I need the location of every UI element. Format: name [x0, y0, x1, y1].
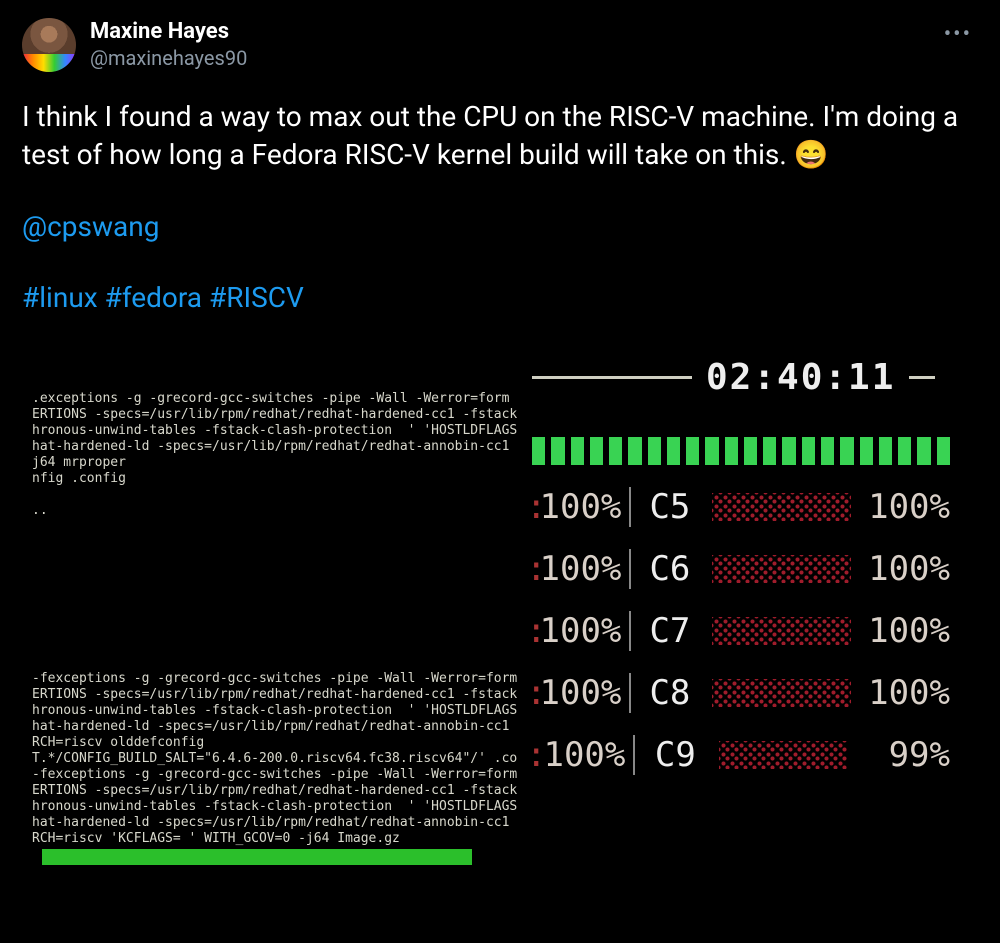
clock-rule-left	[532, 376, 692, 379]
cpu-right-pct: 100%	[861, 611, 950, 651]
green-segment	[744, 437, 757, 465]
cpu-core-label: C5	[629, 487, 702, 527]
cpu-usage-bar	[719, 741, 846, 769]
tweet-mention-line: @cpswang	[22, 208, 978, 246]
hashtag-riscv[interactable]: #RISCV	[209, 281, 304, 314]
build-progress-bar	[42, 849, 472, 865]
cpu-row: 100%C8100%	[532, 673, 950, 713]
cpu-left-pct: 100%	[532, 487, 621, 527]
green-activity-bar	[532, 437, 950, 465]
green-segment	[628, 437, 641, 465]
terminal-block-1: .exceptions -g -grecord-gcc-switches -pi…	[32, 391, 532, 519]
tweet-container: Maxine Hayes @maxinehayes90 ••• I think …	[0, 0, 1000, 881]
cpu-usage-bar	[712, 555, 850, 583]
handle: @maxinehayes90	[90, 46, 247, 71]
tweet-header: Maxine Hayes @maxinehayes90 •••	[22, 18, 978, 72]
cpu-right-pct: 100%	[861, 549, 950, 589]
more-button[interactable]: •••	[938, 18, 978, 51]
cpu-left-pct: 100%	[532, 611, 621, 651]
green-segment	[840, 437, 853, 465]
green-segment	[937, 437, 950, 465]
cpu-usage-bar	[712, 679, 850, 707]
green-segment	[898, 437, 911, 465]
cpu-core-label: C9	[633, 735, 709, 775]
green-segment	[590, 437, 603, 465]
elapsed-clock: 02:40:11	[692, 357, 909, 398]
terminal-left-output: .exceptions -g -grecord-gcc-switches -pi…	[32, 359, 532, 879]
cpu-core-label: C7	[629, 611, 702, 651]
tweet-hashtag-line: #linux #fedora #RISCV	[22, 279, 978, 317]
green-segment	[860, 437, 873, 465]
avatar[interactable]	[22, 18, 76, 72]
green-segment	[648, 437, 661, 465]
cpu-row: 100%C7100%	[532, 611, 950, 651]
green-segment	[782, 437, 795, 465]
cpu-core-label: C6	[629, 549, 702, 589]
green-segment	[821, 437, 834, 465]
tweet-body: I think I found a way to max out the CPU…	[22, 98, 978, 317]
green-segment	[763, 437, 776, 465]
hashtag-fedora[interactable]: #fedora	[105, 281, 202, 314]
green-segment	[551, 437, 564, 465]
cpu-core-label: C8	[629, 673, 702, 713]
hashtag-linux[interactable]: #linux	[22, 281, 98, 314]
cpu-usage-bar	[712, 617, 850, 645]
green-segment	[725, 437, 738, 465]
cpu-row: 100%C6100%	[532, 549, 950, 589]
cpu-right-pct: 100%	[861, 673, 950, 713]
green-segment	[609, 437, 622, 465]
green-segment	[532, 437, 545, 465]
green-segment	[686, 437, 699, 465]
green-segment	[879, 437, 892, 465]
attached-media[interactable]: .exceptions -g -grecord-gcc-switches -pi…	[22, 351, 982, 881]
mention-link[interactable]: @cpswang	[22, 210, 159, 243]
grin-emoji-icon: 😄	[794, 136, 829, 174]
tweet-text-line-1: I think I found a way to max out the CPU…	[22, 98, 978, 174]
cpu-right-pct: 100%	[861, 487, 950, 527]
green-segment	[705, 437, 718, 465]
green-segment	[667, 437, 680, 465]
terminal-block-2: -fexceptions -g -grecord-gcc-switches -p…	[32, 671, 532, 847]
clock-rule-right	[909, 376, 935, 379]
terminal-screenshot: .exceptions -g -grecord-gcc-switches -pi…	[32, 359, 972, 871]
clock-panel: 02:40:11	[532, 357, 944, 398]
display-name: Maxine Hayes	[90, 18, 247, 46]
green-segment	[802, 437, 815, 465]
cpu-row: 100%C5100%	[532, 487, 950, 527]
cpu-left-pct: 100%	[532, 735, 625, 775]
author-names[interactable]: Maxine Hayes @maxinehayes90	[90, 18, 247, 71]
cpu-right-pct: 99%	[857, 735, 950, 775]
green-segment	[917, 437, 930, 465]
cpu-core-grid: 100%C5100%100%C6100%100%C7100%100%C8100%…	[532, 487, 950, 775]
cpu-left-pct: 100%	[532, 673, 621, 713]
cpu-left-pct: 100%	[532, 549, 621, 589]
cpu-usage-bar	[712, 493, 850, 521]
cpu-row: 100%C9 99%	[532, 735, 950, 775]
green-segment	[571, 437, 584, 465]
